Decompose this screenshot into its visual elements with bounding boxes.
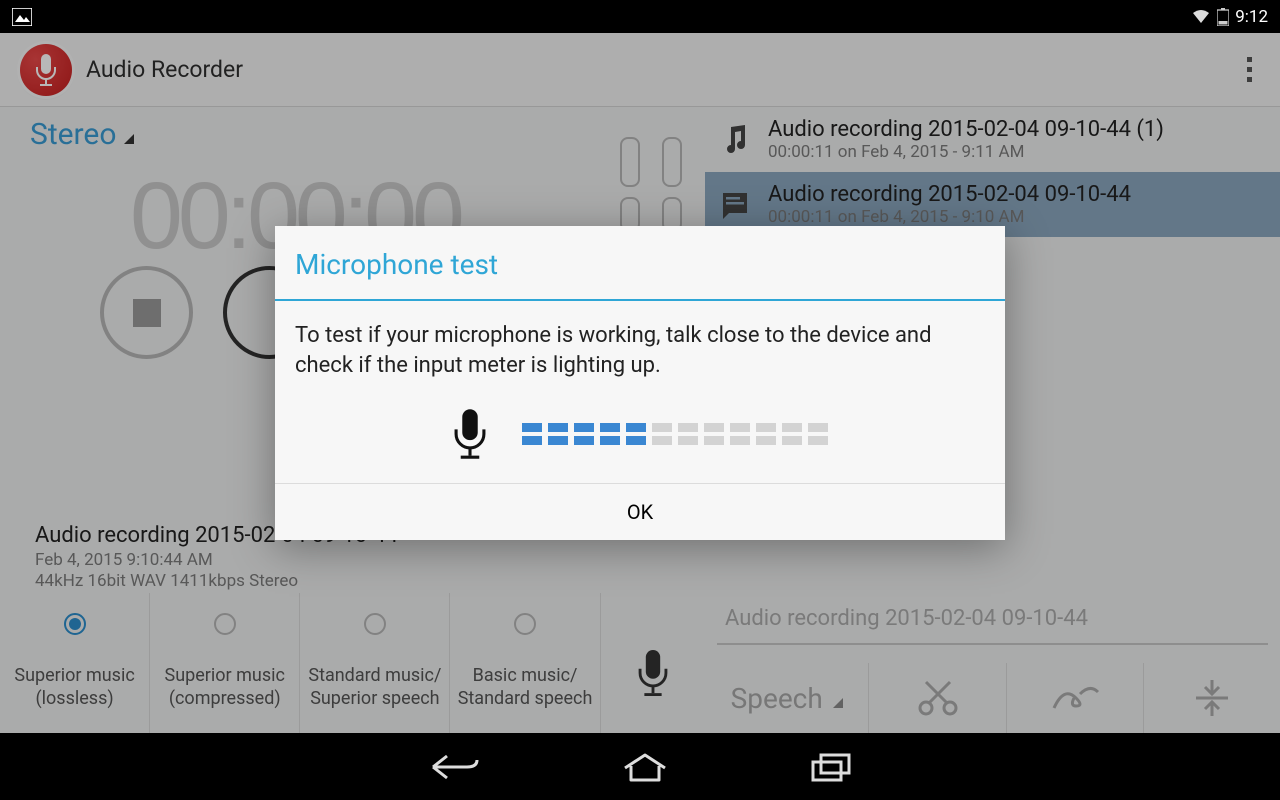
- recent-apps-button[interactable]: [809, 752, 853, 782]
- status-time: 9:12: [1235, 7, 1268, 27]
- mic-test-dialog: Microphone test To test if your micropho…: [275, 226, 1005, 539]
- status-bar: 9:12: [0, 0, 1280, 33]
- dialog-title: Microphone test: [275, 226, 1005, 299]
- ok-button[interactable]: OK: [275, 483, 1005, 540]
- battery-icon: [1217, 8, 1229, 26]
- home-button[interactable]: [621, 752, 669, 782]
- wifi-icon: [1191, 9, 1211, 25]
- microphone-icon: [453, 409, 487, 459]
- picture-icon: [12, 8, 32, 26]
- input-meter: [522, 423, 828, 445]
- dialog-body-text: To test if your microphone is working, t…: [295, 321, 985, 380]
- navigation-bar: [0, 733, 1280, 800]
- back-button[interactable]: [427, 750, 481, 784]
- modal-overlay[interactable]: Microphone test To test if your micropho…: [0, 33, 1280, 733]
